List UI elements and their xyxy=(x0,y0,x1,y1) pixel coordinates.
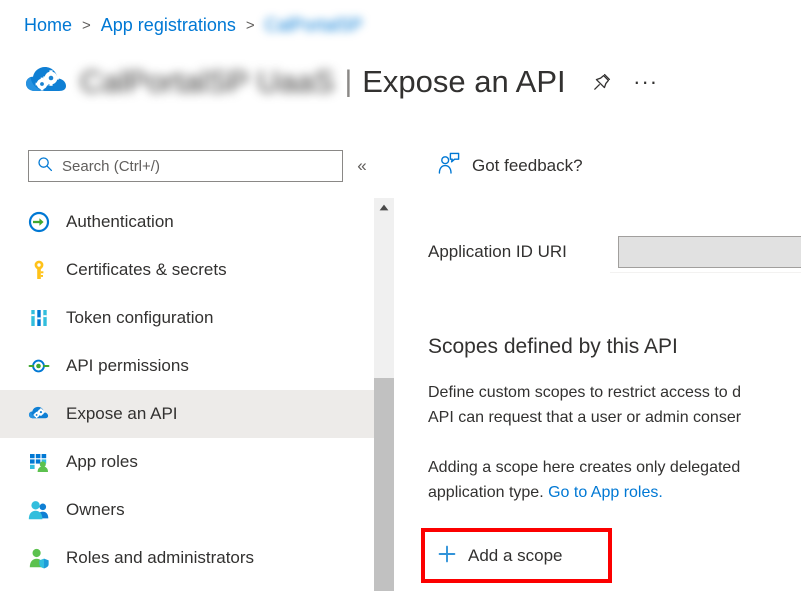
breadcrumb-separator: > xyxy=(82,17,91,34)
chevron-double-left-icon[interactable]: « xyxy=(352,156,372,176)
add-scope-label: Add a scope xyxy=(468,546,563,566)
scopes-description2-line2: application type. xyxy=(428,484,548,501)
page-title: Expose an API xyxy=(362,64,565,100)
breadcrumb: Home > App registrations > CalPortalSP xyxy=(24,12,363,38)
scopes-description-line1: Define custom scopes to restrict access … xyxy=(428,384,741,401)
nav-list: Authentication Certificates & secrets xyxy=(0,198,374,582)
sidebar-item-api-permissions[interactable]: API permissions xyxy=(0,342,374,390)
sidebar-item-roles-and-administrators[interactable]: Roles and administrators xyxy=(0,534,374,582)
application-id-uri-input[interactable] xyxy=(618,236,801,268)
cloud-gears-icon xyxy=(28,403,50,425)
main-content: Got feedback? Application ID URI Scopes … xyxy=(428,140,801,591)
application-id-uri-row: Application ID URI xyxy=(428,236,801,268)
sidebar-item-label: App roles xyxy=(66,452,138,472)
sidebar-item-label: Roles and administrators xyxy=(66,548,254,568)
feedback-person-icon xyxy=(438,152,460,179)
token-bars-icon xyxy=(28,307,50,329)
sidebar-item-certificates-secrets[interactable]: Certificates & secrets xyxy=(0,246,374,294)
scopes-description: Define custom scopes to restrict access … xyxy=(428,380,801,430)
breadcrumb-item-app-registrations[interactable]: App registrations xyxy=(101,15,236,36)
sidebar-item-label: Certificates & secrets xyxy=(66,260,227,280)
breadcrumb-item-app-name[interactable]: CalPortalSP xyxy=(265,15,363,36)
sidebar-item-label: Token configuration xyxy=(66,308,213,328)
plus-icon xyxy=(438,545,456,568)
scopes-description2-line1: Adding a scope here creates only delegat… xyxy=(428,459,740,476)
sidebar-item-owners[interactable]: Owners xyxy=(0,486,374,534)
pin-icon[interactable] xyxy=(588,68,616,96)
app-roles-icon xyxy=(28,451,50,473)
left-nav-panel: « Authentication xyxy=(0,140,374,591)
search-box[interactable] xyxy=(28,150,343,182)
add-scope-button[interactable]: Add a scope xyxy=(432,540,569,572)
cloud-gears-icon xyxy=(24,59,70,105)
breadcrumb-separator: > xyxy=(246,17,255,34)
plug-icon xyxy=(28,355,50,377)
scrollbar-thumb[interactable] xyxy=(374,378,394,591)
ellipsis-icon[interactable]: ··· xyxy=(632,68,660,96)
sidebar-item-token-configuration[interactable]: Token configuration xyxy=(0,294,374,342)
scopes-description-secondary: Adding a scope here creates only delegat… xyxy=(428,455,801,505)
key-icon xyxy=(28,259,50,281)
triangle-up-icon[interactable] xyxy=(374,198,394,216)
owners-people-icon xyxy=(28,499,50,521)
search-row: « xyxy=(28,150,373,182)
title-divider: | xyxy=(344,65,352,99)
search-input[interactable] xyxy=(60,157,334,176)
sidebar-item-label: API permissions xyxy=(66,356,189,376)
breadcrumb-item-home[interactable]: Home xyxy=(24,15,72,36)
sidebar-item-label: Expose an API xyxy=(66,404,178,424)
nav-scrollbar[interactable] xyxy=(374,198,394,591)
application-id-uri-label: Application ID URI xyxy=(428,242,618,262)
content-divider xyxy=(610,272,801,273)
got-feedback-button[interactable]: Got feedback? xyxy=(438,152,583,179)
roles-admin-icon xyxy=(28,547,50,569)
page-app-name: CalPortalSP UaaS xyxy=(80,64,334,100)
sidebar-item-label: Authentication xyxy=(66,212,174,232)
go-to-app-roles-link[interactable]: Go to App roles. xyxy=(548,484,663,501)
page-header: CalPortalSP UaaS | Expose an API ··· xyxy=(24,54,660,110)
scopes-section-heading: Scopes defined by this API xyxy=(428,335,678,359)
sidebar-item-label: Owners xyxy=(66,500,125,520)
search-icon xyxy=(37,156,53,177)
sidebar-item-app-roles[interactable]: App roles xyxy=(0,438,374,486)
got-feedback-label: Got feedback? xyxy=(472,156,583,176)
sidebar-item-expose-an-api[interactable]: Expose an API xyxy=(0,390,374,438)
sidebar-item-authentication[interactable]: Authentication xyxy=(0,198,374,246)
authentication-icon xyxy=(28,211,50,233)
scopes-description-line2: API can request that a user or admin con… xyxy=(428,409,741,426)
